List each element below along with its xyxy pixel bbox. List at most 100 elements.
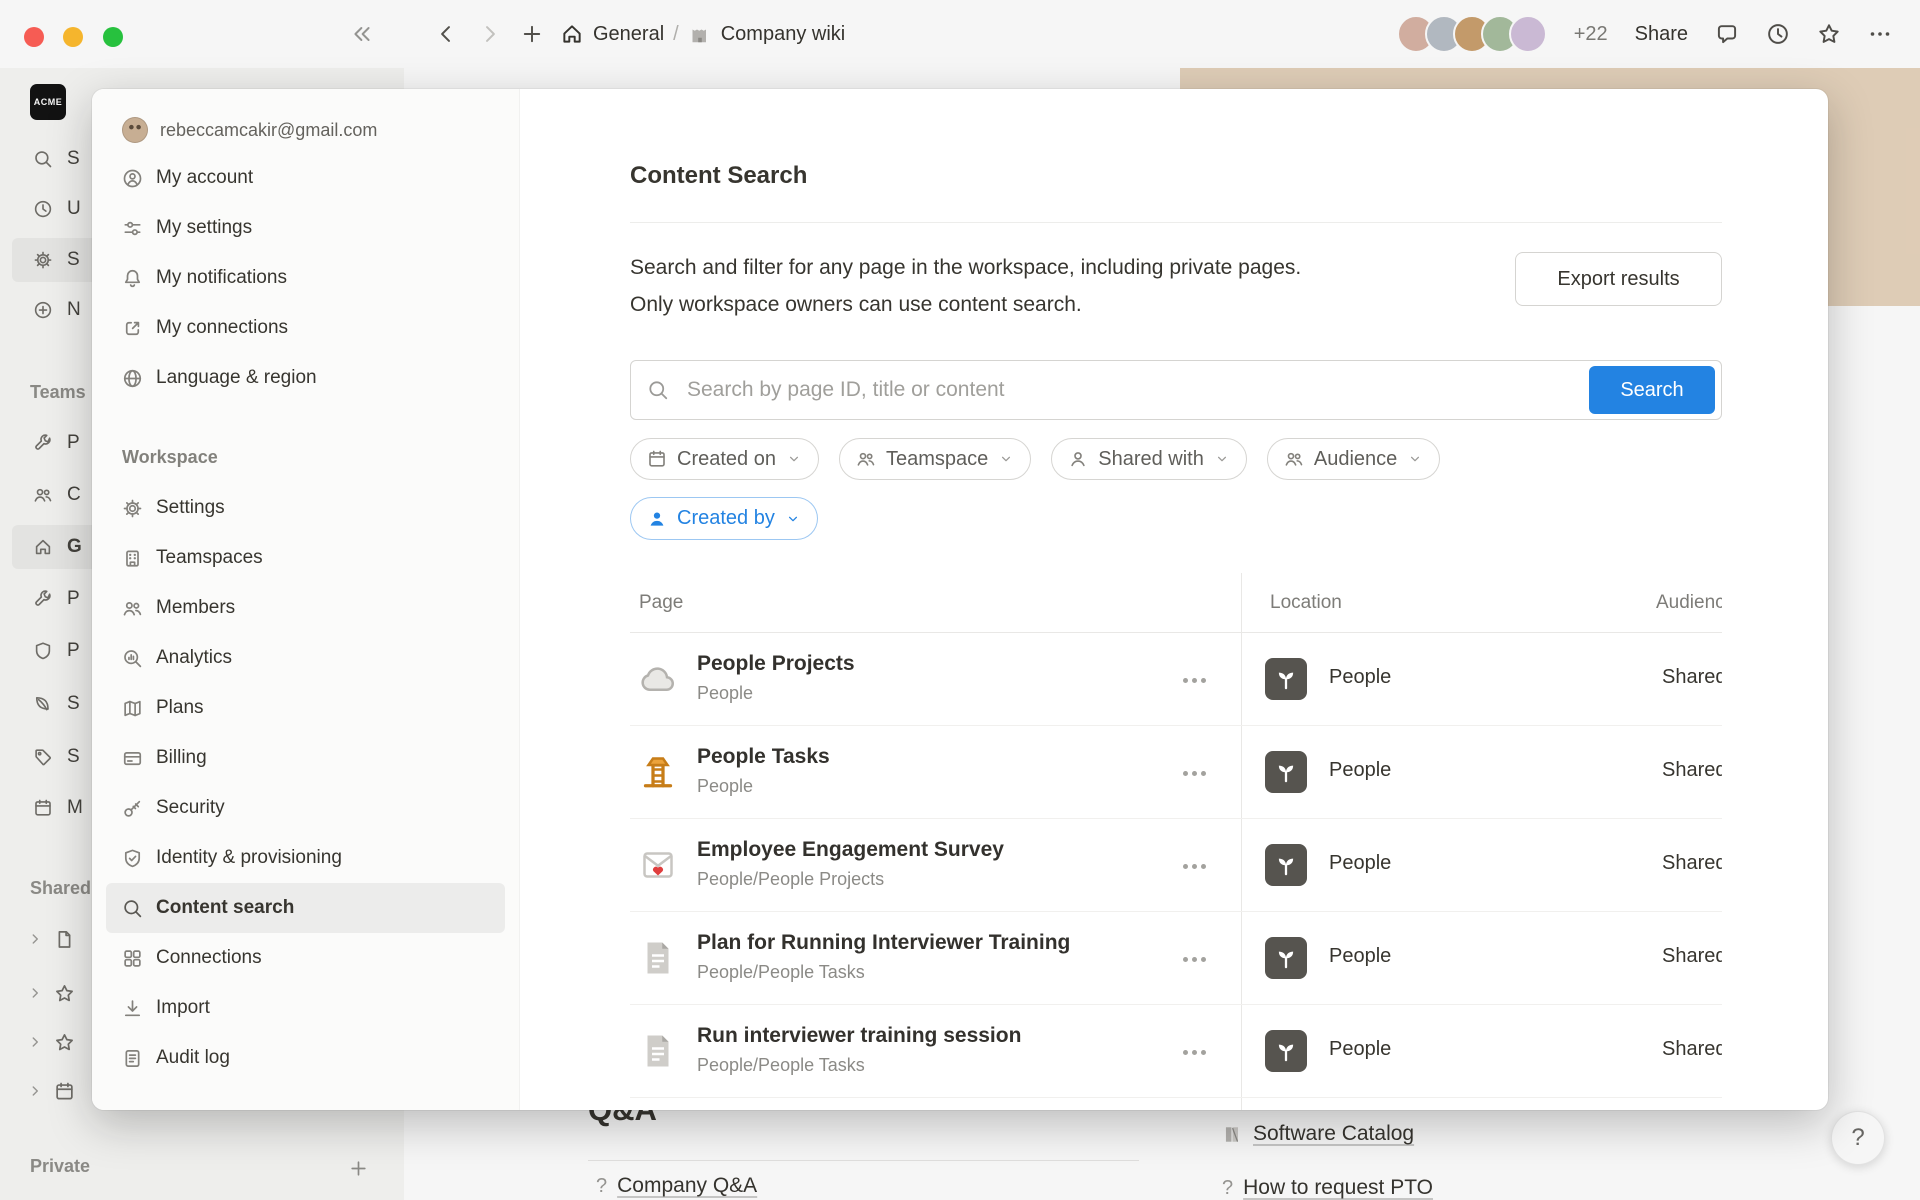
chevron-right-icon[interactable] — [28, 932, 42, 946]
back-icon[interactable] — [434, 22, 458, 46]
settings-nav-connections[interactable]: Connections — [106, 933, 505, 983]
zoom-window-button[interactable] — [103, 27, 123, 47]
settings-nav-analytics[interactable]: Analytics — [106, 633, 505, 683]
chevron-right-icon[interactable] — [28, 1084, 42, 1098]
shared-section-heading[interactable]: Shared — [30, 878, 91, 899]
column-header-location: Location — [1270, 592, 1342, 614]
filter-created-by[interactable]: Created by — [630, 497, 818, 540]
settings-nav-content-search[interactable]: Content search — [106, 883, 505, 933]
sidebar-team-item[interactable]: M — [33, 786, 83, 830]
home-icon[interactable] — [560, 22, 584, 46]
settings-nav-identity-provisioning[interactable]: Identity & provisioning — [106, 833, 505, 883]
settings-nav-security[interactable]: Security — [106, 783, 505, 833]
sidebar-team-item[interactable]: S — [33, 735, 80, 779]
sidebar-team-item-general[interactable]: G — [33, 525, 82, 569]
calendar-icon — [54, 1081, 75, 1102]
chevron-right-icon[interactable] — [28, 986, 42, 1000]
sidebar-shared-item[interactable] — [28, 1022, 75, 1062]
chevron-right-icon[interactable] — [28, 1035, 42, 1049]
search-input[interactable] — [630, 360, 1722, 420]
clock-icon — [33, 199, 53, 219]
page-icon — [638, 1031, 678, 1071]
table-row[interactable]: Run interviewer training session People/… — [630, 1005, 1722, 1098]
settings-nav-language-region[interactable]: Language & region — [106, 353, 505, 403]
settings-nav-my-account[interactable]: My account — [106, 153, 505, 203]
page-description: Search and filter for any page in the wo… — [630, 249, 1410, 323]
sidebar-shared-item[interactable] — [28, 919, 75, 959]
help-button[interactable]: ? — [1831, 1111, 1885, 1165]
settings-nav-my-connections[interactable]: My connections — [106, 303, 505, 353]
search-icon — [122, 898, 143, 919]
breadcrumb-root[interactable]: General — [593, 23, 664, 46]
collaborator-avatars[interactable] — [1397, 15, 1547, 53]
people-icon — [122, 598, 143, 619]
people-icon — [856, 449, 876, 469]
shield-check-icon — [122, 848, 143, 869]
minimize-window-button[interactable] — [63, 27, 83, 47]
table-row[interactable]: Employee Engagement Survey People/People… — [630, 819, 1722, 912]
filter-shared-with[interactable]: Shared with — [1051, 438, 1247, 480]
sidebar-team-item[interactable]: P — [33, 629, 80, 673]
chevron-down-icon — [786, 451, 802, 467]
person-icon — [1068, 449, 1088, 469]
filter-teamspace[interactable]: Teamspace — [839, 438, 1031, 480]
table-row[interactable]: People Tasks People People Shared — [630, 726, 1722, 819]
add-private-page-icon[interactable] — [348, 1158, 369, 1179]
new-tab-icon[interactable] — [520, 22, 544, 46]
settings-nav-import[interactable]: Import — [106, 983, 505, 1033]
settings-nav-audit-log[interactable]: Audit log — [106, 1033, 505, 1083]
forward-icon[interactable] — [478, 22, 502, 46]
filter-created-on[interactable]: Created on — [630, 438, 819, 480]
collapse-sidebar-icon[interactable] — [350, 22, 374, 46]
sidebar-shared-item[interactable] — [28, 973, 75, 1013]
sidebar-item-new-page[interactable]: N — [33, 288, 81, 332]
filter-audience[interactable]: Audience — [1267, 438, 1440, 480]
settings-nav-my-notifications[interactable]: My notifications — [106, 253, 505, 303]
favorite-star-icon[interactable] — [1817, 22, 1841, 46]
chevron-down-icon — [785, 511, 801, 527]
sidebar-team-item[interactable]: P — [33, 421, 80, 465]
row-menu-icon[interactable] — [1172, 945, 1216, 973]
sidebar-item-search[interactable]: S — [33, 137, 80, 181]
workspace-logo[interactable]: ACME — [30, 84, 66, 120]
page-title: Content Search — [630, 161, 807, 191]
sidebar-team-item[interactable]: S — [33, 682, 80, 726]
close-window-button[interactable] — [24, 27, 44, 47]
settings-nav-plans[interactable]: Plans — [106, 683, 505, 733]
settings-nav-settings[interactable]: Settings — [106, 483, 505, 533]
table-row[interactable]: Plan for Running Interviewer Training Pe… — [630, 912, 1722, 1005]
sidebar-item-settings[interactable]: S — [33, 238, 80, 282]
wiki-page-icon — [688, 22, 712, 46]
row-menu-icon[interactable] — [1172, 1038, 1216, 1066]
row-menu-icon[interactable] — [1172, 852, 1216, 880]
settings-nav-members[interactable]: Members — [106, 583, 505, 633]
page-link-company-qa[interactable]: ? Company Q&A — [596, 1174, 757, 1198]
page-link-request-pto[interactable]: ? How to request PTO — [1222, 1176, 1433, 1200]
sliders-icon — [122, 218, 143, 239]
avatar-overflow-count[interactable]: +22 — [1574, 23, 1608, 46]
private-section-heading[interactable]: Private — [30, 1156, 90, 1177]
settings-nav-my-settings[interactable]: My settings — [106, 203, 505, 253]
history-clock-icon[interactable] — [1766, 22, 1790, 46]
row-menu-icon[interactable] — [1172, 666, 1216, 694]
table-row[interactable]: People Projects People People Shared — [630, 633, 1722, 726]
sidebar-item-updates[interactable]: U — [33, 187, 81, 231]
credit-card-icon — [122, 748, 143, 769]
row-menu-icon[interactable] — [1172, 759, 1216, 787]
share-button[interactable]: Share — [1635, 23, 1688, 46]
sidebar-team-item[interactable]: C — [33, 473, 81, 517]
sidebar-shared-item[interactable] — [28, 1071, 75, 1111]
breadcrumb-page[interactable]: Company wiki — [721, 23, 845, 46]
teamspace-plant-icon — [1265, 844, 1307, 886]
settings-nav-teamspaces[interactable]: Teamspaces — [106, 533, 505, 583]
teams-section-heading[interactable]: Teams — [30, 382, 86, 403]
export-results-button[interactable]: Export results — [1515, 252, 1722, 306]
more-options-icon[interactable] — [1868, 22, 1892, 46]
account-email-row: rebeccamcakir@gmail.com — [106, 107, 505, 153]
page-link-software-catalog[interactable]: Software Catalog — [1222, 1122, 1414, 1146]
bell-icon — [122, 268, 143, 289]
comments-icon[interactable] — [1715, 22, 1739, 46]
settings-nav-billing[interactable]: Billing — [106, 733, 505, 783]
sidebar-team-item[interactable]: P — [33, 577, 80, 621]
search-button[interactable]: Search — [1589, 366, 1715, 414]
